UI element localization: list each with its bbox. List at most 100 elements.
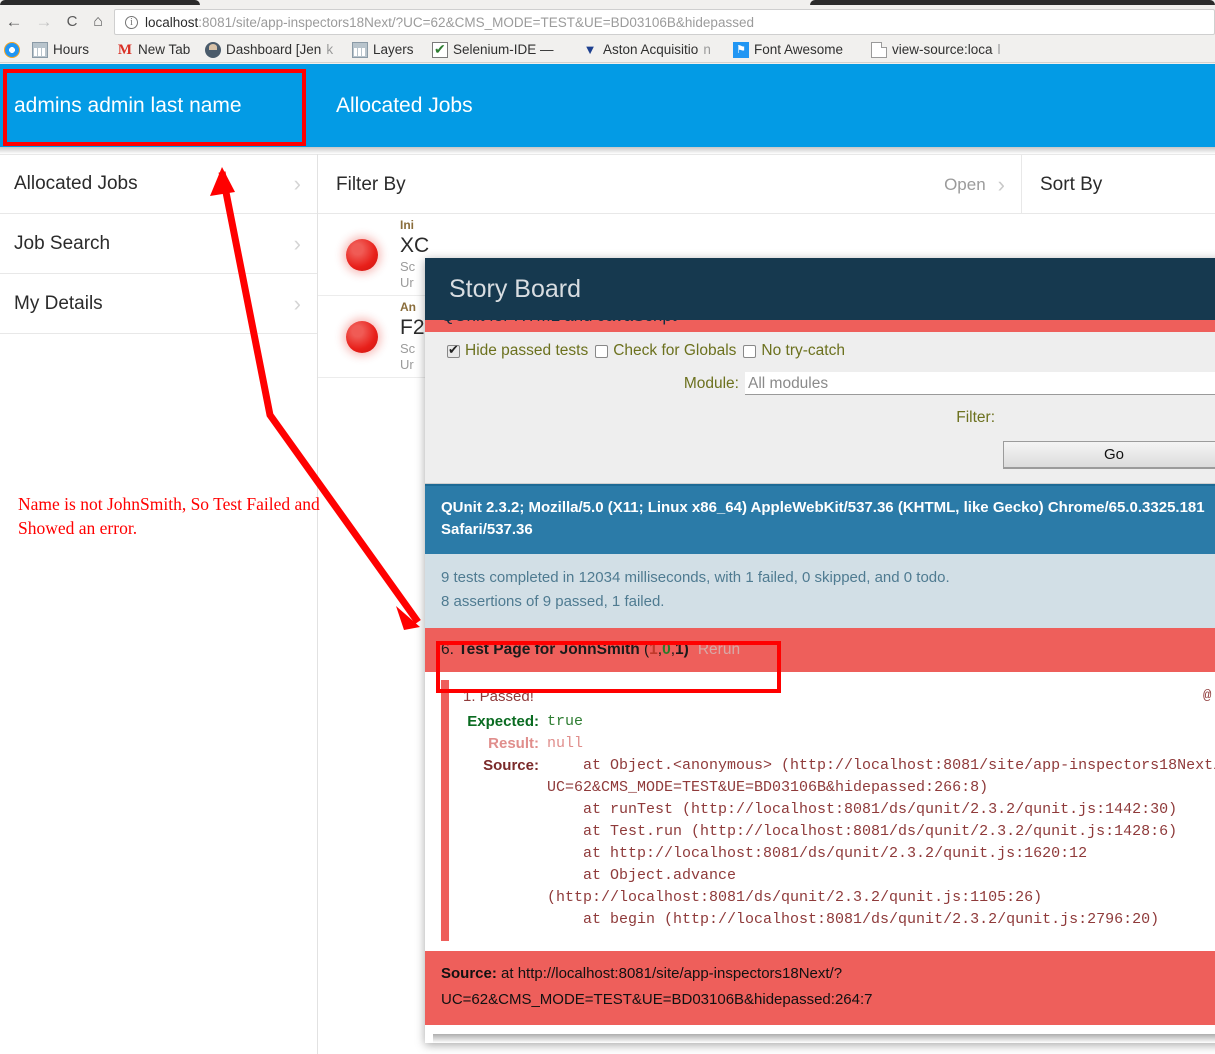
bookmark-view-source[interactable]: view-source:loca l <box>871 39 1001 60</box>
filter-by-control[interactable]: Filter By Open › <box>318 155 1022 214</box>
bookmark-aston-acquisition[interactable]: ▼ Aston Acquisitio n <box>582 39 711 60</box>
sort-by-label: Sort By <box>1040 173 1103 195</box>
assertion-title: 1. Passed! <box>463 688 534 705</box>
gmail-icon: M <box>117 41 133 58</box>
counts-close-paren: ) <box>683 641 689 658</box>
checkbox-unchecked-icon[interactable] <box>743 344 757 358</box>
browser-tab-1[interactable] <box>0 0 200 5</box>
count-total: 1 <box>675 641 684 658</box>
module-input[interactable]: All modules <box>745 372 1215 395</box>
test-index: 6. <box>441 641 454 658</box>
story-board-panel: Story Board QUnit for HTML and JavaScrip… <box>425 258 1215 1043</box>
result-key: Result: <box>488 735 539 752</box>
address-bar[interactable]: i localhost:8081/site/app-inspectors18Ne… <box>114 9 1215 35</box>
filter-label: Filter: <box>956 409 995 426</box>
reload-icon[interactable]: C <box>62 12 82 32</box>
header-shadow <box>0 147 1215 154</box>
hide-passed-tests-checkbox[interactable]: Hide passed tests <box>447 342 588 360</box>
bookmark-label-clipped: k <box>326 42 334 57</box>
assertion-list: @ 0 ms 1. Passed! Expected: true Result:… <box>425 672 1215 951</box>
bookmarks-bar: Hours M New Tab Dashboard [Jen k Layers S… <box>0 36 1215 63</box>
module-label: Module: <box>683 375 739 392</box>
qunit-module-row: Module: All modules <box>425 360 1215 395</box>
home-icon[interactable]: ⌂ <box>88 12 108 32</box>
bookmark-label-clipped: n <box>703 42 711 57</box>
status-dot-red-icon <box>346 238 378 271</box>
filter-by-label: Filter By <box>336 173 406 195</box>
browser-tab-2[interactable] <box>810 0 1215 5</box>
check-for-globals-label: Check for Globals <box>613 342 737 359</box>
source-stack-trace: at Object.<anonymous> (http://localhost:… <box>547 757 1215 928</box>
checkbox-checked-icon[interactable] <box>447 342 460 358</box>
checkbox-unchecked-icon[interactable] <box>595 344 609 358</box>
job-initial: Ini <box>400 218 414 232</box>
qunit-title-ghost: QUnit for HTML and JavaScript <box>441 320 677 326</box>
app-header: admins admin last name Allocated Jobs <box>0 64 1215 147</box>
bookmark-label: Hours <box>53 42 90 57</box>
result-value: null <box>547 735 584 752</box>
bookmark-label: Aston Acquisitio <box>603 42 699 57</box>
bookmark-new-tab[interactable]: M New Tab <box>117 39 190 60</box>
forward-icon[interactable]: → <box>34 12 54 32</box>
job-initial: An <box>400 300 416 314</box>
back-icon[interactable]: ← <box>4 12 24 32</box>
bookmark-layers[interactable]: Layers <box>352 39 414 60</box>
page-info-icon[interactable]: i <box>125 16 138 29</box>
sidebar-item-label: My Details <box>14 292 103 314</box>
chevron-right-icon: › <box>293 230 301 256</box>
qunit-filter-row: Filter: <box>425 395 1215 427</box>
url-host: localhost <box>145 15 199 30</box>
calendar-icon <box>32 41 48 58</box>
bookmark-label: Layers <box>373 42 414 57</box>
bookmark-font-awesome[interactable]: ⚑ Font Awesome <box>733 39 843 60</box>
assertion-timing: @ 0 ms <box>1203 688 1215 704</box>
page-title: Allocated Jobs <box>318 64 473 147</box>
bookmark-dashboard[interactable]: Dashboard [Jen k <box>205 39 333 60</box>
expected-value: true <box>547 713 584 730</box>
qunit-test-source: Source: at http://localhost:8081/site/ap… <box>425 951 1215 1025</box>
sort-by-control[interactable]: Sort By <box>1022 155 1215 214</box>
chevron-right-icon: › <box>997 171 1005 197</box>
user-name-panel[interactable]: admins admin last name <box>0 64 318 147</box>
job-text: An F2 Sc Ur <box>400 300 425 373</box>
sidebar-item-job-search[interactable]: Job Search › <box>0 214 317 274</box>
story-board-header: Story Board <box>425 258 1215 320</box>
expected-key: Expected: <box>467 713 539 730</box>
job-line-1: Sc <box>400 341 416 356</box>
qunit-test-result: 9 tests completed in 12034 milliseconds,… <box>425 554 1215 628</box>
selenium-icon <box>432 41 448 58</box>
hide-passed-tests-label: Hide passed tests <box>465 342 589 359</box>
test-name: Test Page for JohnSmith <box>458 641 640 658</box>
sidebar-item-my-details[interactable]: My Details › <box>0 274 317 334</box>
aston-icon: ▼ <box>583 41 597 57</box>
panel-bottom-shadow <box>433 1034 1215 1043</box>
bookmark-selenium-ide[interactable]: Selenium-IDE — <box>432 39 554 60</box>
rerun-link[interactable]: Rerun <box>698 641 740 659</box>
job-name: XC <box>400 234 430 257</box>
go-button[interactable]: Go <box>1003 441 1215 469</box>
failed-test-header[interactable]: 6. Test Page for JohnSmith (1, 0, 1) Reru… <box>425 628 1215 672</box>
sidebar-item-allocated-jobs[interactable]: Allocated Jobs › <box>0 154 317 214</box>
chevron-right-icon: › <box>293 171 301 196</box>
filter-by-value: Open <box>944 174 986 194</box>
sidebar: Allocated Jobs › Job Search › My Details… <box>0 154 318 1054</box>
chevron-right-icon: › <box>293 290 301 316</box>
no-try-catch-label: No try-catch <box>761 342 845 359</box>
bookmark-label-clipped: l <box>997 42 1001 57</box>
job-line-2: Ur <box>400 357 414 372</box>
assertion-item: @ 0 ms 1. Passed! Expected: true Result:… <box>441 680 1215 941</box>
bottom-source-value: at http://localhost:8081/site/app-inspec… <box>441 965 873 1008</box>
bookmark-label: Font Awesome <box>754 42 844 57</box>
qunit-toolbar: Hide passed tests Check for Globals No t… <box>425 332 1215 484</box>
assertion-result-row: Result: null <box>463 733 1215 755</box>
no-try-catch-checkbox[interactable]: No try-catch <box>743 342 845 360</box>
test-result-line-1: 9 tests completed in 12034 milliseconds,… <box>441 569 950 586</box>
count-todo: 0 <box>662 641 671 658</box>
address-bar-text: localhost:8081/site/app-inspectors18Next… <box>145 14 754 32</box>
qunit-user-agent: QUnit 2.3.2; Mozilla/5.0 (X11; Linux x86… <box>425 484 1215 554</box>
check-for-globals-checkbox[interactable]: Check for Globals <box>595 342 736 360</box>
font-awesome-icon: ⚑ <box>733 41 749 58</box>
bookmark-hours[interactable]: Hours <box>32 39 89 60</box>
assertion-expected-row: Expected: true <box>463 711 1215 733</box>
bookmark-chrome[interactable] <box>4 39 20 60</box>
